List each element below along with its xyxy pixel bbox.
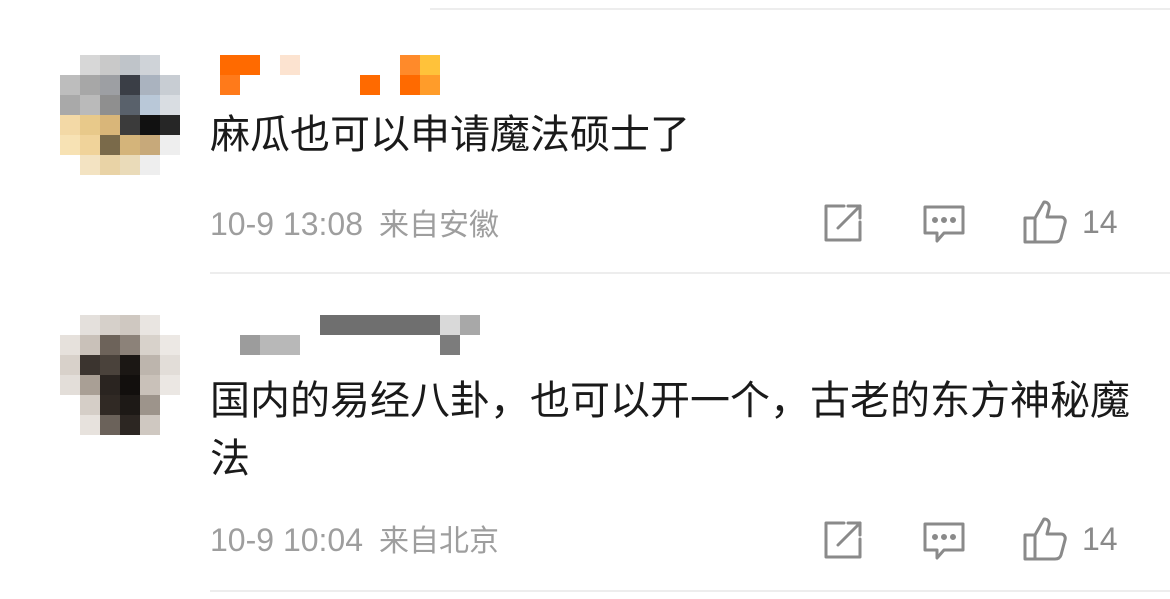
bottom-divider xyxy=(210,590,1170,592)
comment-meta: 10-9 10:04 来自北京 xyxy=(210,520,499,562)
comment-location: 来自北京 xyxy=(379,524,500,559)
comment-date: 10-9 10:04 xyxy=(210,522,364,558)
comment-text: 麻瓜也可以申请魔法硕士了 xyxy=(210,112,690,158)
comment-divider xyxy=(210,272,1170,274)
comment-icon xyxy=(923,205,965,243)
share-icon xyxy=(824,204,862,242)
like-count: 14 xyxy=(1082,203,1118,240)
thumbs-up-icon xyxy=(1023,200,1067,244)
comment-meta: 10-9 13:08 来自安徽 xyxy=(210,204,499,246)
comment-text: 国内的易经八卦，也可以开一个，古老的东方神秘魔法 xyxy=(210,378,1130,482)
comment-button[interactable] xyxy=(922,204,966,244)
comment-item: 国内的易经八卦，也可以开一个，古老的东方神秘魔法 10-9 10:04 来自北京 … xyxy=(0,275,1170,599)
username-redacted[interactable] xyxy=(220,55,450,95)
thumbs-up-icon xyxy=(1023,517,1067,561)
share-button[interactable] xyxy=(822,519,864,561)
avatar[interactable] xyxy=(60,315,180,435)
share-button[interactable] xyxy=(822,202,864,244)
like-count: 14 xyxy=(1082,520,1118,557)
like-button[interactable]: 14 xyxy=(1022,198,1118,246)
comment-item: 麻瓜也可以申请魔法硕士了 10-9 13:08 来自安徽 14 xyxy=(0,0,1170,275)
avatar[interactable] xyxy=(60,55,180,175)
like-button[interactable]: 14 xyxy=(1022,515,1118,563)
share-icon xyxy=(824,521,862,559)
comment-location: 来自安徽 xyxy=(379,208,500,243)
comment-date: 10-9 13:08 xyxy=(210,206,364,242)
comment-icon xyxy=(923,522,965,560)
comment-button[interactable] xyxy=(922,521,966,561)
username-redacted[interactable] xyxy=(240,313,490,358)
